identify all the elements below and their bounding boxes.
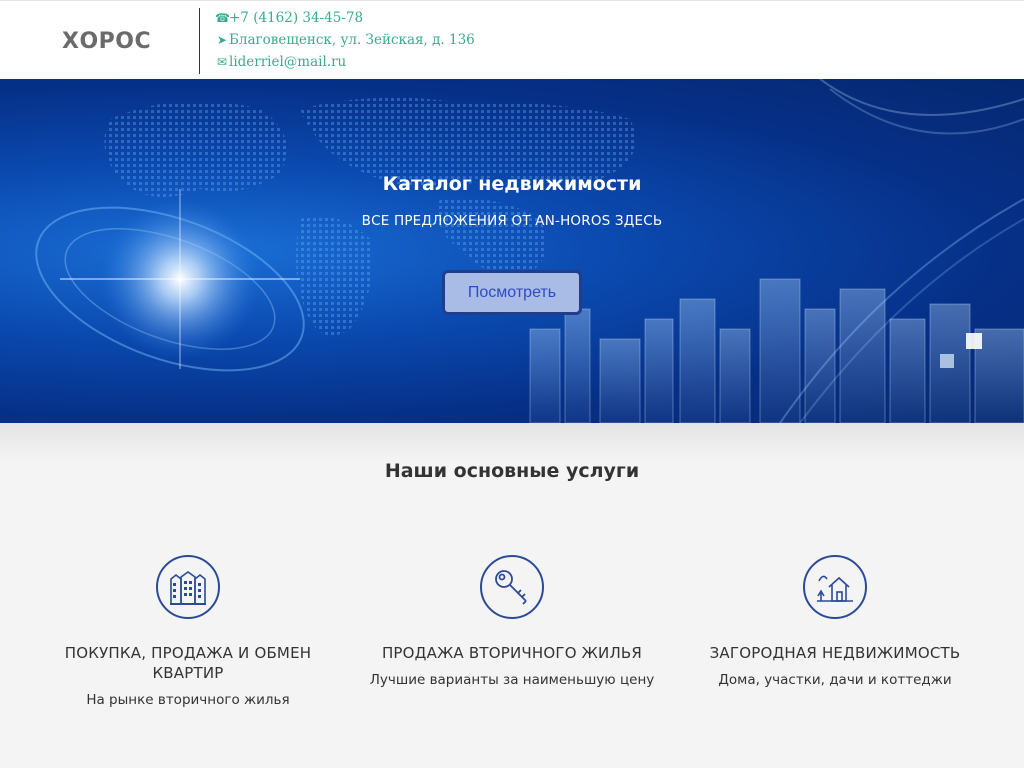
service-desc: На рынке вторичного жилья (86, 692, 290, 708)
service-name: ПРОДАЖА ВТОРИЧНОГО ЖИЛЬЯ (381, 644, 643, 662)
header-divider (199, 8, 200, 74)
email-text[interactable]: liderriel@mail.ru (229, 52, 346, 72)
service-card-apartments[interactable]: ПОКУПКА, ПРОДАЖА И ОБМЕН КВАРТИР На рынк… (38, 555, 338, 708)
phone-text[interactable]: +7 (4162) 34-45-78 (229, 8, 363, 28)
contact-address: ➤ Благовещенск, ул. Зейская, д. 136 (215, 29, 475, 51)
building-icon (156, 555, 220, 619)
phone-icon: ☎ (215, 11, 230, 25)
service-desc: Дома, участки, дачи и коттеджи (718, 672, 952, 688)
hero-title: Каталог недвижимости (382, 173, 642, 195)
envelope-icon: ✉ (216, 55, 228, 69)
contact-email[interactable]: ✉ liderriel@mail.ru (215, 51, 475, 73)
site-header: ХОРОС ☎ +7 (4162) 34-45-78 ➤ Благовещенс… (0, 0, 1024, 79)
hero-banner: Каталог недвижимости ВСЕ ПРЕДЛОЖЕНИЯ ОТ … (0, 79, 1024, 423)
contact-info: ☎ +7 (4162) 34-45-78 ➤ Благовещенск, ул.… (215, 7, 475, 73)
service-card-country[interactable]: ЗАГОРОДНАЯ НЕДВИЖИМОСТЬ Дома, участки, д… (685, 555, 985, 688)
services-title: Наши основные услуги (384, 460, 640, 482)
arrow-icon: ➤ (216, 33, 228, 47)
key-icon (480, 555, 544, 619)
service-desc: Лучшие варианты за наименьшую цену (369, 672, 655, 688)
section-shadow (0, 423, 1024, 463)
address-text: Благовещенск, ул. Зейская, д. 136 (229, 32, 475, 48)
service-name: ПОКУПКА, ПРОДАЖА И ОБМЕН КВАРТИР (64, 644, 312, 682)
contact-phone[interactable]: ☎ +7 (4162) 34-45-78 (215, 7, 475, 29)
view-catalog-button[interactable]: Посмотреть (442, 270, 582, 315)
hero-subtitle: ВСЕ ПРЕДЛОЖЕНИЯ ОТ AN-HOROS ЗДЕСЬ (361, 213, 663, 229)
service-card-resale[interactable]: ПРОДАЖА ВТОРИЧНОГО ЖИЛЬЯ Лучшие варианты… (362, 555, 662, 688)
site-logo[interactable]: ХОРОС (62, 29, 151, 54)
country-house-icon (803, 555, 867, 619)
hero-background-image (35, 79, 1024, 423)
service-name: ЗАГОРОДНАЯ НЕДВИЖИМОСТЬ (709, 644, 961, 662)
